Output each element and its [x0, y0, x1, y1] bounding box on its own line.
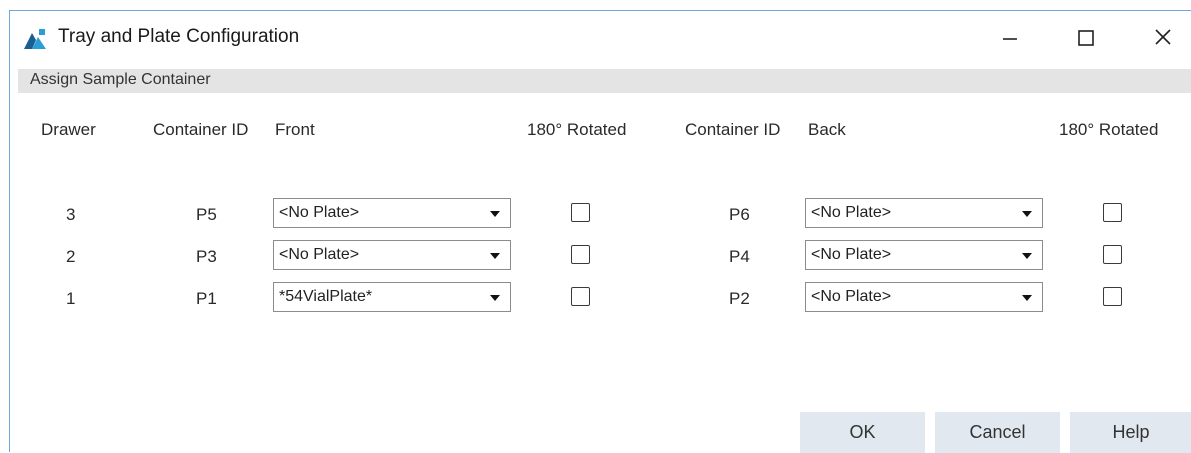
column-header-back-rotated: 180° Rotated [1059, 120, 1159, 139]
back-plate-select[interactable]: <No Plate> [805, 198, 1043, 228]
front-container-id: P1 [196, 289, 217, 308]
back-plate-select[interactable]: <No Plate> [805, 282, 1043, 312]
drawer-number: 2 [66, 247, 76, 266]
dropdown-arrow-icon [490, 295, 500, 301]
column-header-front-container-id: Container ID [153, 120, 249, 139]
ok-button[interactable]: OK [800, 412, 925, 453]
front-plate-select[interactable]: *54VialPlate* [273, 282, 511, 312]
column-header-front-rotated: 180° Rotated [527, 120, 627, 139]
front-rotated-checkbox[interactable] [571, 203, 590, 222]
cancel-button[interactable]: Cancel [935, 412, 1060, 453]
drawer-number: 3 [66, 205, 76, 224]
front-container-id: P5 [196, 205, 217, 224]
section-label: Assign Sample Container [30, 71, 211, 88]
column-header-back-container-id: Container ID [685, 120, 781, 139]
help-button[interactable]: Help [1070, 412, 1191, 453]
dropdown-arrow-icon [490, 253, 500, 259]
front-plate-value: <No Plate> [279, 246, 360, 263]
app-icon [24, 29, 46, 49]
window-title: Tray and Plate Configuration [58, 26, 300, 47]
front-rotated-checkbox[interactable] [571, 245, 590, 264]
front-container-id: P3 [196, 247, 217, 266]
dropdown-arrow-icon [1022, 295, 1032, 301]
maximize-icon[interactable] [1070, 25, 1100, 51]
column-header-drawer: Drawer [41, 120, 96, 139]
close-icon[interactable] [1148, 25, 1178, 51]
dialog-window: Tray and Plate Configuration Assign Samp… [9, 10, 1191, 453]
minimize-icon[interactable] [995, 25, 1025, 51]
front-rotated-checkbox[interactable] [571, 287, 590, 306]
back-rotated-checkbox[interactable] [1103, 245, 1122, 264]
title-bar: Tray and Plate Configuration [10, 11, 1191, 67]
front-plate-select[interactable]: <No Plate> [273, 240, 511, 270]
column-header-front: Front [275, 120, 315, 139]
front-plate-value: *54VialPlate* [279, 288, 373, 305]
back-rotated-checkbox[interactable] [1103, 203, 1122, 222]
back-rotated-checkbox[interactable] [1103, 287, 1122, 306]
section-header: Assign Sample Container [18, 69, 1191, 93]
back-plate-value: <No Plate> [811, 246, 892, 263]
front-plate-select[interactable]: <No Plate> [273, 198, 511, 228]
back-container-id: P4 [729, 247, 750, 266]
back-container-id: P2 [729, 289, 750, 308]
back-plate-select[interactable]: <No Plate> [805, 240, 1043, 270]
dropdown-arrow-icon [1022, 211, 1032, 217]
dropdown-arrow-icon [1022, 253, 1032, 259]
back-plate-value: <No Plate> [811, 204, 892, 221]
column-header-back: Back [808, 120, 846, 139]
drawer-number: 1 [66, 289, 76, 308]
back-container-id: P6 [729, 205, 750, 224]
back-plate-value: <No Plate> [811, 288, 892, 305]
front-plate-value: <No Plate> [279, 204, 360, 221]
dropdown-arrow-icon [490, 211, 500, 217]
